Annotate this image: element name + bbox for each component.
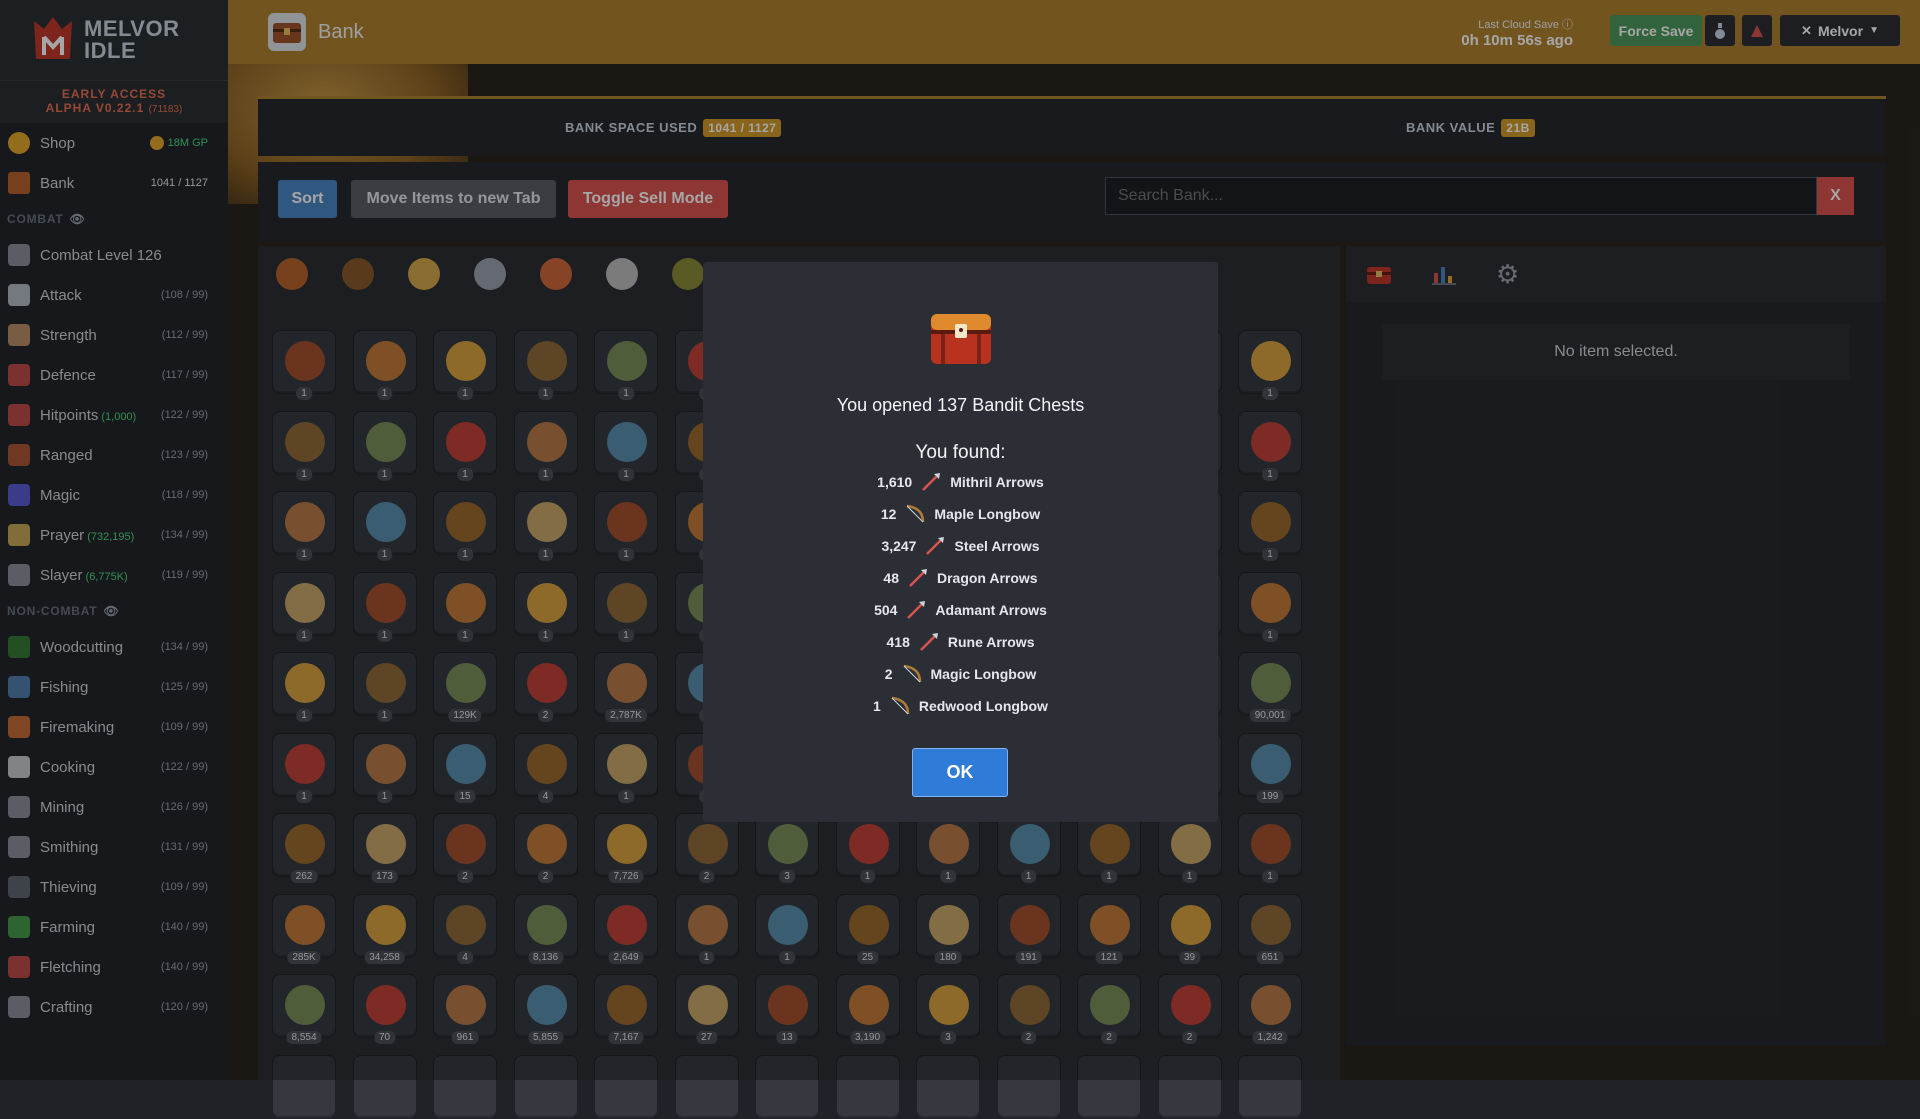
- drop-quantity: 2: [884, 666, 893, 682]
- drop-item: 2 Magic Longbow: [703, 658, 1218, 690]
- drop-quantity: 12: [880, 506, 897, 522]
- drop-item: 418 Rune Arrows: [703, 626, 1218, 658]
- drop-item: 1,610 Mithril Arrows: [703, 466, 1218, 498]
- drop-quantity: 418: [886, 634, 910, 650]
- drop-name: Adamant Arrows: [935, 602, 1047, 618]
- arrow-icon: [909, 569, 927, 587]
- found-label: You found:: [915, 442, 1006, 463]
- drop-name: Mithril Arrows: [950, 474, 1044, 490]
- drop-item: 48 Dragon Arrows: [703, 562, 1218, 594]
- drop-name: Dragon Arrows: [936, 570, 1038, 586]
- drop-name: Maple Longbow: [934, 506, 1041, 522]
- arrow-icon: [922, 473, 941, 491]
- drop-item: 3,247 Steel Arrows: [703, 530, 1218, 562]
- drop-quantity: 1,610: [877, 474, 913, 490]
- drop-name: Rune Arrows: [947, 634, 1035, 650]
- drop-item: 1 Redwood Longbow: [703, 690, 1218, 722]
- drop-quantity: 1: [873, 698, 881, 714]
- drop-list: 1,610 Mithril Arrows 12 Maple Longbow 3,247 S…: [703, 466, 1218, 722]
- chest-opened-dialog: You opened 137 Bandit Chests You found: …: [703, 262, 1218, 822]
- drop-item: 12 Maple Longbow: [703, 498, 1218, 530]
- drop-name: Redwood Longbow: [918, 698, 1048, 714]
- bow-icon: [907, 504, 925, 523]
- ok-button[interactable]: OK: [912, 748, 1008, 797]
- bandit-chest-icon: [930, 314, 991, 364]
- bow-icon: [891, 696, 910, 715]
- drop-name: Magic Longbow: [930, 666, 1037, 682]
- arrow-icon: [919, 633, 938, 651]
- arrow-icon: [926, 537, 945, 555]
- drop-quantity: 3,247: [881, 538, 917, 554]
- drop-quantity: 48: [883, 570, 899, 586]
- drop-quantity: 504: [874, 602, 898, 618]
- drop-name: Steel Arrows: [954, 538, 1040, 554]
- bow-icon: [903, 664, 921, 683]
- arrow-icon: [907, 601, 926, 619]
- drop-item: 504 Adamant Arrows: [703, 594, 1218, 626]
- dialog-title: You opened 137 Bandit Chests: [836, 395, 1085, 415]
